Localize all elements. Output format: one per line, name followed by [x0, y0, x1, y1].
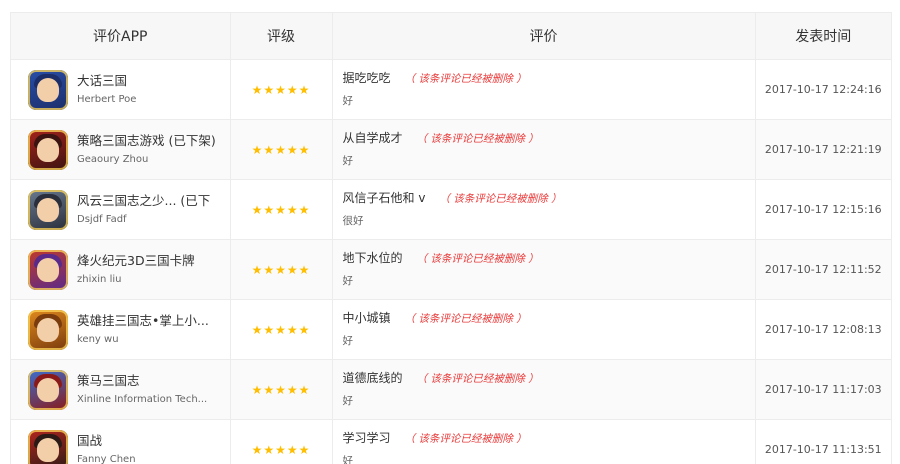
app-column: 策马三国志 Xinline Information Tech... — [11, 359, 231, 420]
table-row: 大话三国 Herbert Poe ★★★★★ 据吃吃吃 （ 该条评论已经被删除 ）… — [11, 59, 891, 120]
header-rating: 评级 — [230, 12, 333, 60]
review-column: 中小城镇 （ 该条评论已经被删除 ） 好 — [332, 299, 756, 360]
review-title: 中小城镇 — [342, 311, 391, 325]
game-icon-celue[interactable] — [28, 129, 68, 170]
review-title: 道德底线的 — [342, 371, 403, 385]
review-title: 从自学成才 — [342, 131, 403, 145]
publish-time: 2017-10-17 11:17:03 — [755, 359, 891, 420]
table-row: 烽火纪元3D三国卡牌 zhixin liu ★★★★★ 地下水位的 （ 该条评论已… — [11, 239, 891, 300]
deleted-notice: （ 该条评论已经被删除 ） — [416, 373, 539, 385]
review-title: 学习学习 — [342, 431, 391, 445]
review-body: 好 — [342, 95, 354, 107]
deleted-notice: （ 该条评论已经被删除 ） — [404, 73, 527, 85]
app-info[interactable]: 策略三国志游戏 (已下架) Geaoury Zhou — [12, 129, 229, 170]
game-icon-cema[interactable] — [28, 369, 68, 410]
deleted-notice: （ 该条评论已经被删除 ） — [404, 433, 527, 445]
header-time: 发表时间 — [755, 12, 891, 60]
table-row: 英雄挂三国志•掌上小... keny wu ★★★★★ 中小城镇 （ 该条评论已经… — [11, 299, 891, 360]
game-icon-fenghuo[interactable] — [28, 249, 68, 290]
game-icon-guozhan[interactable] — [28, 429, 68, 464]
app-developer: Fanny Chen — [77, 454, 136, 464]
deleted-notice: （ 该条评论已经被删除 ） — [416, 253, 539, 265]
app-name[interactable]: 英雄挂三国志•掌上小... — [77, 312, 209, 329]
review-body: 很好 — [342, 215, 364, 227]
app-name[interactable]: 烽火纪元3D三国卡牌 — [77, 252, 195, 269]
review-column: 学习学习 （ 该条评论已经被删除 ） 好 — [332, 419, 756, 464]
publish-time: 2017-10-17 12:24:16 — [755, 59, 891, 120]
app-info[interactable]: 策马三国志 Xinline Information Tech... — [12, 369, 229, 410]
app-name[interactable]: 国战 — [77, 432, 136, 449]
review-title: 据吃吃吃 — [342, 71, 391, 85]
rating-column: ★★★★★ — [230, 419, 333, 464]
app-developer: Dsjdf Fadf — [77, 214, 127, 225]
star-rating-icon: ★★★★★ — [251, 382, 311, 397]
rating-column: ★★★★★ — [230, 119, 333, 180]
app-info[interactable]: 烽火纪元3D三国卡牌 zhixin liu — [12, 249, 229, 290]
app-name[interactable]: 策略三国志游戏 (已下架) — [77, 132, 216, 149]
game-icon-dahua[interactable] — [28, 69, 68, 110]
review-column: 从自学成才 （ 该条评论已经被删除 ） 好 — [332, 119, 756, 180]
review-body: 好 — [342, 275, 354, 287]
app-column: 国战 Fanny Chen — [11, 419, 231, 464]
rating-column: ★★★★★ — [230, 239, 333, 300]
app-info[interactable]: 风云三国志之少... (已下 Dsjdf Fadf — [12, 189, 229, 230]
review-body: 好 — [342, 155, 354, 167]
app-name[interactable]: 策马三国志 — [77, 372, 207, 389]
app-developer: Herbert Poe — [77, 94, 137, 105]
app-column: 风云三国志之少... (已下 Dsjdf Fadf — [11, 179, 231, 240]
review-body: 好 — [342, 335, 354, 347]
reviews-table-container: 评价APP 评级 评价 发表时间 大话三国 Herbert Poe ★★★★★ … — [10, 12, 892, 464]
rating-column: ★★★★★ — [230, 179, 333, 240]
header-review: 评价 — [332, 12, 756, 60]
app-column: 大话三国 Herbert Poe — [11, 59, 231, 120]
publish-time: 2017-10-17 12:11:52 — [755, 239, 891, 300]
app-developer: keny wu — [77, 334, 119, 345]
star-rating-icon: ★★★★★ — [251, 142, 311, 157]
reviews-table: 评价APP 评级 评价 发表时间 大话三国 Herbert Poe ★★★★★ … — [11, 12, 891, 464]
star-rating-icon: ★★★★★ — [251, 322, 311, 337]
app-developer: Xinline Information Tech... — [77, 394, 208, 405]
review-title: 地下水位的 — [342, 251, 403, 265]
app-name[interactable]: 大话三国 — [77, 72, 136, 89]
deleted-notice: （ 该条评论已经被删除 ） — [404, 313, 527, 325]
publish-time: 2017-10-17 12:21:19 — [755, 119, 891, 180]
star-rating-icon: ★★★★★ — [251, 202, 311, 217]
table-row: 国战 Fanny Chen ★★★★★ 学习学习（ 该条评论已经被删除 ） 好 … — [11, 419, 891, 464]
deleted-notice: （ 该条评论已经被删除 ） — [439, 193, 562, 205]
app-info[interactable]: 英雄挂三国志•掌上小... keny wu — [12, 309, 229, 350]
table-row: 策略三国志游戏 (已下架) Geaoury Zhou ★★★★★ 从自学成才 （ … — [11, 119, 891, 180]
publish-time: 2017-10-17 12:08:13 — [755, 299, 891, 360]
app-column: 英雄挂三国志•掌上小... keny wu — [11, 299, 231, 360]
publish-time: 2017-10-17 12:15:16 — [755, 179, 891, 240]
app-developer: Geaoury Zhou — [77, 154, 149, 165]
publish-time: 2017-10-17 11:13:51 — [755, 419, 891, 464]
star-rating-icon: ★★★★★ — [251, 82, 311, 97]
review-column: 据吃吃吃 （ 该条评论已经被删除 ） 好 — [332, 59, 756, 120]
review-column: 道德底线的 （ 该条评论已经被删除 ） 好 — [332, 359, 756, 420]
deleted-notice: （ 该条评论已经被删除 ） — [416, 133, 539, 145]
app-info[interactable]: 大话三国 Herbert Poe — [12, 69, 229, 110]
app-column: 烽火纪元3D三国卡牌 zhixin liu — [11, 239, 231, 300]
game-icon-fengyun[interactable] — [28, 189, 68, 230]
rating-column: ★★★★★ — [230, 299, 333, 360]
review-column: 风信子石他和 v （ 该条评论已经被删除 ） 很好 — [332, 179, 756, 240]
app-info[interactable]: 国战 Fanny Chen — [12, 429, 229, 464]
rating-column: ★★★★★ — [230, 59, 333, 120]
table-header: 评价APP 评级 评价 发表时间 — [11, 12, 891, 60]
review-body: 好 — [342, 455, 354, 464]
app-developer: zhixin liu — [77, 274, 122, 285]
table-row: 风云三国志之少... (已下 Dsjdf Fadf ★★★★★ 风信子石他和 v… — [11, 179, 891, 240]
app-column: 策略三国志游戏 (已下架) Geaoury Zhou — [11, 119, 231, 180]
app-name[interactable]: 风云三国志之少... (已下 — [77, 192, 210, 209]
table-row: 策马三国志 Xinline Information Tech... ★★★★★ … — [11, 359, 891, 420]
rating-column: ★★★★★ — [230, 359, 333, 420]
table-body: 大话三国 Herbert Poe ★★★★★ 据吃吃吃 （ 该条评论已经被删除 ）… — [11, 59, 891, 464]
game-icon-yingxiong[interactable] — [28, 309, 68, 350]
review-title: 风信子石他和 v — [342, 191, 426, 205]
review-column: 地下水位的 （ 该条评论已经被删除 ） 好 — [332, 239, 756, 300]
star-rating-icon: ★★★★★ — [251, 262, 311, 277]
header-app: 评价APP — [11, 12, 231, 60]
review-body: 好 — [342, 395, 354, 407]
star-rating-icon: ★★★★★ — [251, 442, 311, 457]
